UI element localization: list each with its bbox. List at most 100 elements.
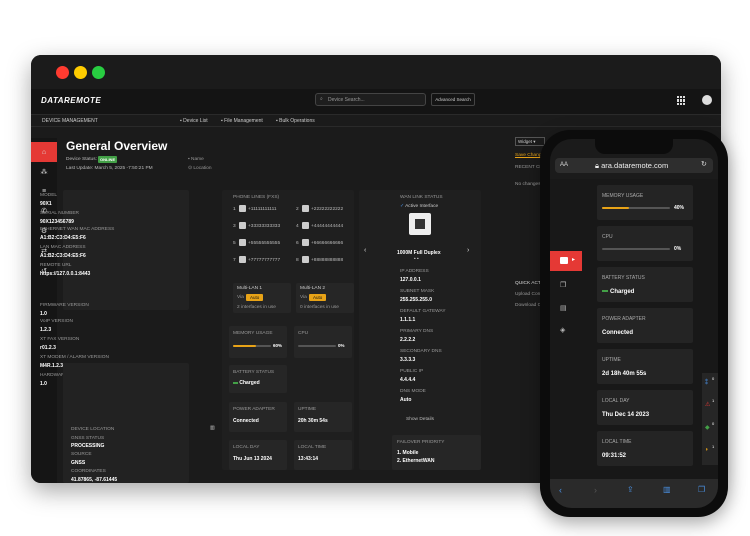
multilan-2-name: Multi-LAN 2 (300, 286, 326, 291)
window-titlebar (31, 55, 721, 89)
carousel-dots: • • (414, 257, 419, 262)
sub-navbar: DEVICE MANAGEMENT ▪ Device List ▪ File M… (31, 115, 721, 127)
bookmarks-icon[interactable]: ▥ (663, 485, 671, 494)
user-avatar-icon[interactable] (702, 95, 712, 105)
brand-logo[interactable]: DATAREMOTE (41, 96, 101, 105)
mobile-stat-card: LOCAL TIME 09:31:52 (597, 431, 693, 466)
phone-jack-icon (302, 256, 309, 263)
mobile-stat-card: POWER ADAPTER Connected (597, 308, 693, 343)
mobile-stat-label: BATTERY STATUS (602, 275, 645, 281)
status-badge: ONLINE (98, 156, 118, 163)
prev-arrow-icon[interactable]: ‹ (364, 247, 366, 254)
mobile-stat-label: LOCAL DAY (602, 398, 630, 404)
gnss-value: PROCESSING (71, 443, 105, 449)
mobile-address-bar[interactable]: AA 🔒︎ ara.dataremote.com ↻ (555, 158, 713, 173)
back-icon[interactable]: ‹ (559, 485, 562, 495)
cpu-bar (298, 345, 336, 347)
phone-line-index: 8 (296, 258, 299, 263)
sidebar-network-icon[interactable]: ⁂ (31, 162, 57, 182)
sidebar-home-icon[interactable]: ⌂ (31, 142, 57, 162)
info-label: XT MODEM / ALARM VERSION (40, 355, 109, 360)
info-icon[interactable]: ⁑ (705, 379, 708, 386)
mobile-stat-label: POWER ADAPTER (602, 316, 646, 322)
reload-icon[interactable]: ↻ (701, 160, 707, 168)
map-icon[interactable]: ▥ (210, 426, 215, 431)
mobile-file-icon[interactable]: ▤ (560, 304, 567, 312)
widget-select[interactable]: Widget ▾ (515, 137, 545, 146)
mobile-stat-value: 2d 18h 40m 55s (602, 371, 647, 377)
wan-field-value: 2.2.2.2 (400, 337, 416, 343)
file-management-link[interactable]: ▪ File Management (221, 118, 263, 124)
memory-bar (233, 345, 271, 347)
phone-line-number[interactable]: +11111111111 (248, 207, 277, 212)
forward-icon[interactable]: › (594, 485, 597, 495)
ok-icon[interactable]: ◆ (705, 424, 710, 431)
coords-label: COORDINATES (71, 469, 106, 474)
phone-line-number[interactable]: +44444444444 (311, 224, 343, 229)
next-arrow-icon[interactable]: › (467, 247, 469, 254)
wan-field-label: PRIMARY DNS (400, 329, 434, 334)
battery-value: Charged (233, 380, 260, 386)
section-title: DEVICE MANAGEMENT (42, 118, 98, 124)
phone-jack-icon (302, 222, 309, 229)
maximize-dot[interactable] (92, 66, 105, 79)
minimize-dot[interactable] (74, 66, 87, 79)
phone-line-index: 6 (296, 241, 299, 246)
close-dot[interactable] (56, 66, 69, 79)
wan-speed: 1000M Full Duplex (397, 250, 441, 256)
mobile-stat-label: MEMORY USAGE (602, 193, 644, 199)
show-details-link[interactable]: Show Details (406, 417, 434, 422)
mobile-stat-card: CPU 0% (597, 226, 693, 261)
mobile-layers-icon[interactable]: ◈ (560, 326, 565, 334)
mobile-battery-text: Charged (610, 289, 635, 295)
mobile-copy-icon[interactable]: ❐ (560, 281, 566, 289)
tabs-icon[interactable]: ❐ (698, 485, 705, 494)
share-icon[interactable]: ⇪ (627, 485, 634, 494)
wan-title: WAN LINK STATUS (400, 195, 443, 200)
phone-line-index: 1 (233, 207, 236, 212)
warning-icon[interactable]: ⚠ (705, 401, 710, 408)
phone-line-number[interactable]: +33333333333 (248, 224, 280, 229)
info-value: A1:B2:C3:D4:E5:F6 (40, 235, 86, 241)
device-search-input[interactable]: ⌕ Device Search... (315, 93, 426, 106)
phone-line-index: 3 (233, 224, 236, 229)
localday-value: Thu Jun 13 2024 (233, 456, 272, 462)
failover-item-2: 2. EthernetWAN (397, 458, 435, 464)
memory-label: MEMORY USAGE (233, 331, 273, 336)
sidebar-list-icon[interactable]: ≡ (31, 181, 57, 201)
phone-line-number[interactable]: +66666666666 (311, 241, 343, 246)
bulk-operations-link[interactable]: ▪ Bulk Operations (276, 118, 315, 124)
mobile-stat-label: LOCAL TIME (602, 439, 632, 445)
phone-line-number[interactable]: +88888888888 (311, 258, 343, 263)
phone-line-number[interactable]: +55555555555 (248, 241, 280, 246)
phone-line-number[interactable]: +22222222222 (311, 207, 343, 212)
info-label: ETHERNET WAN MAC ADDRESS (40, 227, 115, 232)
device-list-link[interactable]: ▪ Device List (180, 118, 208, 124)
mobile-toolbar: ‹ › ⇪ ▥ ❐ (550, 479, 718, 508)
location-field: ⊙ Location (188, 166, 212, 171)
phone-lines-title: PHONE LINES (FXS) (233, 195, 280, 200)
advanced-search-button[interactable]: Advanced Search (431, 93, 475, 106)
status-label: Device Status: (66, 157, 97, 162)
uptime-label: UPTIME (298, 407, 317, 412)
source-value: GNSS (71, 460, 86, 466)
phone-line-index: 4 (296, 224, 299, 229)
phone-line-number[interactable]: +77777777777 (248, 258, 280, 263)
mobile-stat-value: Connected (602, 330, 634, 336)
multilan-1-mode[interactable]: Auto (246, 294, 264, 301)
bell-icon[interactable]: ◗ (705, 447, 709, 453)
page-title: General Overview (66, 139, 168, 153)
cpu-value: 0% (338, 343, 345, 348)
last-update: Last Update: March 5, 2025 -7:50:21 PM (66, 166, 153, 171)
memory-fill (233, 345, 256, 347)
info-value: 1.0 (40, 311, 47, 317)
localtime-value: 13:43:14 (298, 456, 319, 462)
phone-line-index: 7 (233, 258, 236, 263)
multilan-1-vlan: Via (237, 295, 244, 300)
text-size-button[interactable]: AA (560, 162, 568, 168)
battery-icon (602, 290, 608, 293)
top-navbar: DATAREMOTE ⌕ Device Search... Advanced S… (31, 89, 721, 115)
apps-grid-icon[interactable] (677, 96, 686, 105)
mobile-sidebar-active[interactable]: ▸ (550, 251, 582, 271)
multilan-2-mode[interactable]: Auto (309, 294, 327, 301)
